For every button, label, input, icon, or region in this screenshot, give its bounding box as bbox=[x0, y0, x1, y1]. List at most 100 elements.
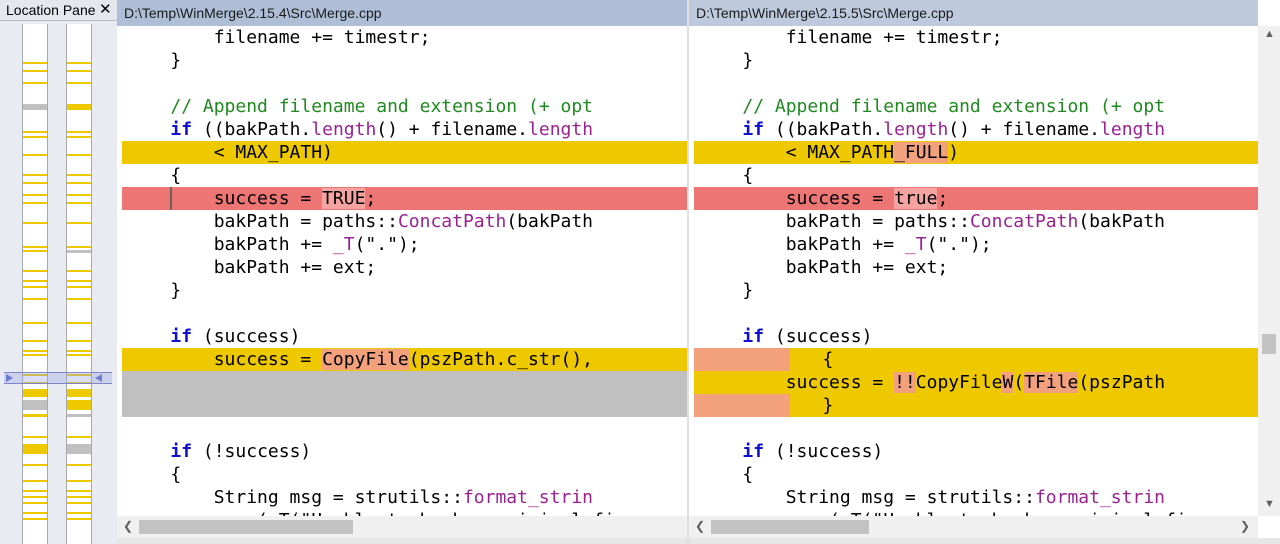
location-diff-marker bbox=[23, 194, 47, 196]
code-line: // Append filename and extension (+ opt bbox=[742, 96, 1165, 117]
location-pane: Location Pane ✕ bbox=[0, 0, 117, 544]
right-file-path: D:\Temp\WinMerge\2.15.5\Src\Merge.cpp bbox=[689, 0, 1258, 26]
location-diff-marker bbox=[67, 464, 91, 466]
location-pane-title: Location Pane bbox=[6, 2, 96, 18]
location-diff-marker bbox=[67, 502, 91, 504]
location-diff-marker bbox=[23, 502, 47, 504]
code-line: bakPath += ext; bbox=[127, 257, 377, 278]
missing-lines-block bbox=[122, 371, 687, 417]
location-diff-marker bbox=[23, 182, 47, 184]
location-diff-marker bbox=[67, 182, 91, 184]
location-diff-marker bbox=[67, 136, 91, 138]
location-diff-marker bbox=[67, 131, 91, 133]
location-diff-marker bbox=[67, 174, 91, 176]
location-diff-marker bbox=[23, 70, 47, 72]
location-diff-marker bbox=[67, 512, 91, 514]
location-diff-marker bbox=[23, 518, 47, 520]
code-line: if ((bakPath.length() + filename.length bbox=[742, 119, 1166, 140]
code-line: bakPath += ext; bbox=[699, 257, 949, 278]
location-diff-marker bbox=[67, 202, 91, 204]
code-line-changed: { bbox=[694, 348, 1258, 371]
location-diff-marker bbox=[67, 246, 91, 248]
location-pane-header: Location Pane ✕ bbox=[0, 0, 117, 21]
location-diff-marker bbox=[23, 389, 47, 397]
location-diff-marker bbox=[23, 270, 47, 272]
location-diff-marker bbox=[67, 82, 91, 84]
location-diff-marker bbox=[67, 389, 91, 397]
location-diff-marker bbox=[23, 136, 47, 138]
location-diff-marker bbox=[23, 414, 47, 417]
location-diff-marker bbox=[23, 464, 47, 466]
location-diff-marker bbox=[67, 322, 91, 324]
chevron-up-icon[interactable]: ▲ bbox=[1264, 28, 1275, 40]
right-status-strip bbox=[689, 538, 1280, 544]
code-line: if (!success) bbox=[170, 441, 312, 462]
code-line: if ((bakPath.length() + filename.length bbox=[170, 119, 594, 140]
location-diff-marker bbox=[23, 82, 47, 84]
chevron-down-icon[interactable]: ▼ bbox=[1264, 498, 1275, 510]
location-diff-marker bbox=[23, 131, 47, 133]
code-line: (_T("Unable to backup original fi bbox=[122, 509, 687, 516]
code-line: bakPath += _T("."); bbox=[699, 234, 992, 255]
location-diff-marker bbox=[67, 414, 91, 417]
location-diff-marker bbox=[23, 202, 47, 204]
location-diff-marker bbox=[23, 280, 47, 282]
location-bar-left[interactable] bbox=[22, 24, 48, 544]
location-diff-marker bbox=[23, 62, 47, 64]
location-diff-marker bbox=[67, 104, 91, 110]
location-diff-marker bbox=[23, 354, 47, 356]
location-bar-right[interactable] bbox=[66, 24, 92, 544]
location-diff-marker bbox=[67, 496, 91, 498]
location-diff-marker bbox=[67, 436, 91, 438]
right-code-view[interactable]: filename += timestr; } // Append filenam… bbox=[694, 26, 1258, 516]
location-diff-marker bbox=[23, 174, 47, 176]
code-line: // Append filename and extension (+ opt bbox=[170, 96, 593, 117]
location-diff-marker bbox=[67, 518, 91, 520]
code-line: { bbox=[699, 464, 754, 485]
chevron-left-icon[interactable]: ❮ bbox=[123, 519, 133, 533]
code-line-changed: success = CopyFile(pszPath.c_str(), bbox=[122, 348, 687, 371]
viewport-arrow-right-icon bbox=[6, 374, 13, 382]
code-line: } bbox=[699, 280, 754, 301]
left-status-strip bbox=[117, 538, 687, 544]
right-scroll-thumb[interactable] bbox=[711, 520, 869, 534]
code-line: } bbox=[699, 50, 754, 71]
code-line: } bbox=[127, 50, 182, 71]
right-file-pane[interactable]: D:\Temp\WinMerge\2.15.5\Src\Merge.cpp fi… bbox=[689, 0, 1280, 544]
location-diff-marker bbox=[67, 480, 91, 482]
location-diff-marker bbox=[67, 350, 91, 352]
location-diff-marker bbox=[23, 154, 47, 156]
code-line: filename += timestr; bbox=[127, 27, 431, 48]
code-line-changed: < MAX_PATH) bbox=[122, 141, 687, 164]
vertical-scroll-thumb[interactable] bbox=[1262, 334, 1276, 354]
location-diff-marker bbox=[67, 298, 91, 300]
location-pane-body[interactable] bbox=[0, 21, 117, 544]
right-horizontal-scrollbar[interactable]: ❮ ❯ bbox=[689, 516, 1258, 538]
code-line: bakPath += _T("."); bbox=[127, 234, 420, 255]
code-line: String msg = strutils::format_strin bbox=[127, 487, 593, 508]
location-diff-marker bbox=[23, 496, 47, 498]
location-diff-marker bbox=[23, 512, 47, 514]
left-scroll-thumb[interactable] bbox=[139, 520, 353, 534]
code-line-selected-diff: success = true; bbox=[694, 187, 1258, 210]
code-line: if (!success) bbox=[742, 441, 884, 462]
left-file-pane[interactable]: D:\Temp\WinMerge\2.15.4\Src\Merge.cpp fi… bbox=[117, 0, 687, 544]
location-diff-marker bbox=[67, 70, 91, 72]
location-diff-marker bbox=[67, 354, 91, 356]
location-diff-marker bbox=[23, 444, 47, 454]
location-diff-marker bbox=[23, 400, 47, 410]
code-line: { bbox=[127, 464, 182, 485]
location-diff-marker bbox=[67, 286, 91, 288]
chevron-right-icon[interactable]: ❯ bbox=[1240, 519, 1250, 533]
code-line: bakPath = paths::ConcatPath(bakPath bbox=[699, 211, 1166, 232]
viewport-arrow-left-icon bbox=[95, 374, 102, 382]
close-icon[interactable]: ✕ bbox=[99, 0, 112, 18]
chevron-left-icon[interactable]: ❮ bbox=[695, 519, 705, 533]
vertical-scrollbar[interactable]: ▲ ▼ bbox=[1258, 26, 1280, 516]
left-horizontal-scrollbar[interactable]: ❮ bbox=[117, 516, 687, 538]
location-diff-marker bbox=[67, 154, 91, 156]
code-line: bakPath = paths::ConcatPath(bakPath bbox=[127, 211, 594, 232]
left-code-view[interactable]: filename += timestr; } // Append filenam… bbox=[122, 26, 687, 516]
